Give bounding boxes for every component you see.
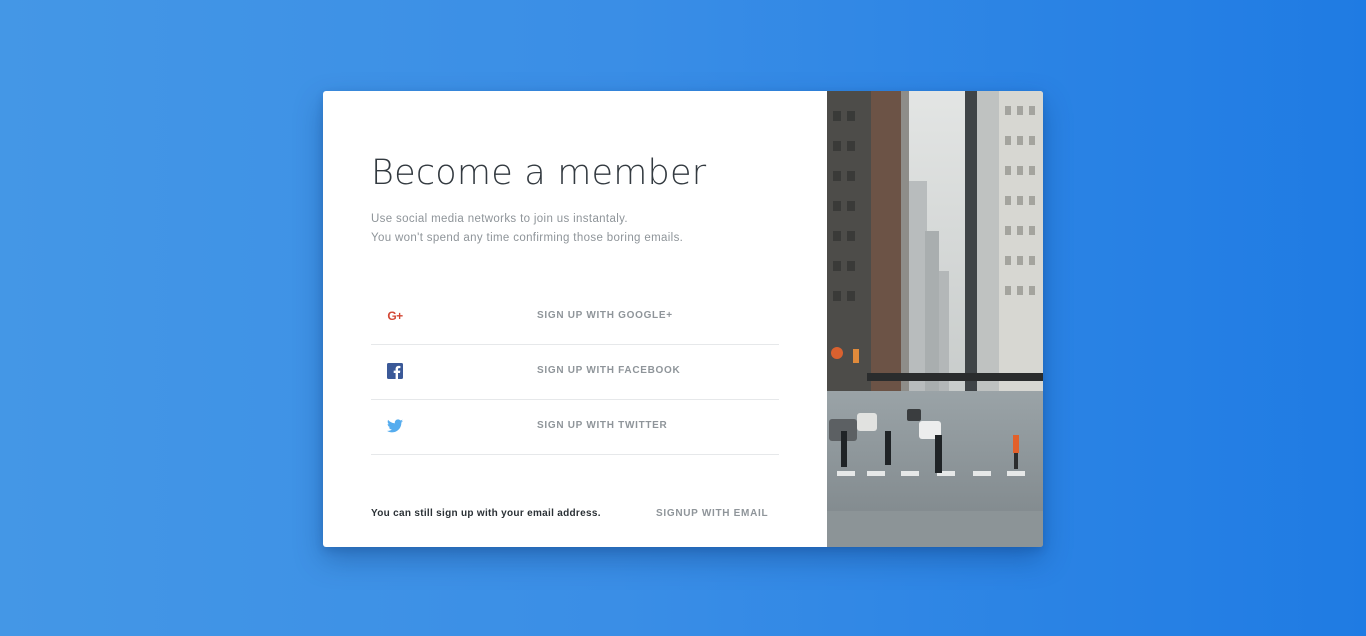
city-street-photo [827,91,1043,547]
subtitle: Use social media networks to join us ins… [371,210,683,248]
facebook-signup-label: SIGN UP WITH FACEBOOK [537,365,681,376]
twitter-signup-button[interactable]: SIGN UP WITH TWITTER [371,400,779,455]
email-hint-text: You can still sign up with your email ad… [371,508,601,519]
page-title: Become a member [371,153,707,193]
social-signup-list: G+ SIGN UP WITH GOOGLE+ SIGN UP WITH FAC… [371,290,779,455]
subtitle-line: Use social media networks to join us ins… [371,213,628,225]
subtitle-line: You won't spend any time confirming thos… [371,232,684,244]
facebook-signup-button[interactable]: SIGN UP WITH FACEBOOK [371,345,779,400]
twitter-icon [387,418,403,434]
signup-panel: Become a member Use social media network… [323,91,827,547]
google-plus-signup-button[interactable]: G+ SIGN UP WITH GOOGLE+ [371,290,779,345]
signup-card: Become a member Use social media network… [323,91,1043,547]
facebook-icon [387,363,403,379]
google-plus-glyph: G+ [387,309,403,323]
google-plus-icon: G+ [387,308,403,324]
twitter-signup-label: SIGN UP WITH TWITTER [537,420,668,431]
google-plus-signup-label: SIGN UP WITH GOOGLE+ [537,310,673,321]
signup-with-email-link[interactable]: SIGNUP WITH EMAIL [656,508,768,519]
